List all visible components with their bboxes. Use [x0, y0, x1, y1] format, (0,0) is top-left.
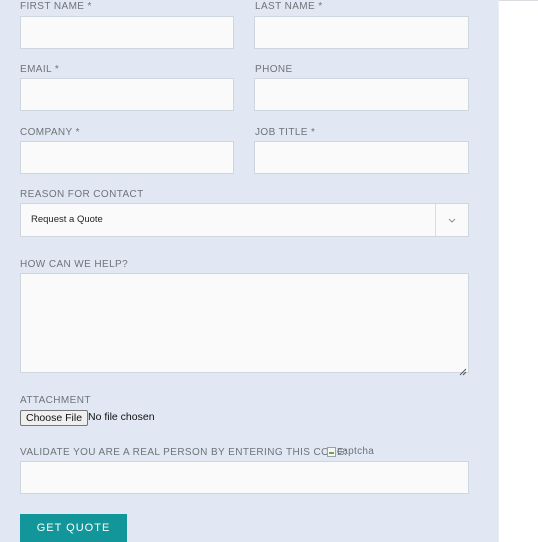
company-field[interactable]: [20, 141, 234, 174]
choose-file-button[interactable]: Choose File: [20, 410, 89, 426]
first-name-label: FIRST NAME *: [20, 1, 92, 12]
file-status-text: No file chosen: [88, 411, 155, 423]
resize-grip-icon[interactable]: [459, 363, 467, 376]
captcha-image: captcha: [327, 446, 374, 457]
first-name-field[interactable]: [20, 16, 234, 49]
email-field[interactable]: [20, 78, 234, 111]
get-quote-button[interactable]: GET QUOTE: [20, 514, 127, 542]
attachment-label: ATTACHMENT: [20, 395, 91, 406]
chevron-down-icon[interactable]: [436, 204, 468, 236]
job-title-label: JOB TITLE *: [255, 127, 316, 138]
last-name-label: LAST NAME *: [255, 1, 323, 12]
quote-form: FIRST NAME * LAST NAME * EMAIL * PHONE C…: [0, 0, 498, 542]
phone-label: PHONE: [255, 64, 293, 75]
broken-image-icon: [327, 446, 336, 457]
reason-label: REASON FOR CONTACT: [20, 189, 144, 200]
help-textarea[interactable]: [20, 273, 469, 376]
reason-select[interactable]: Request a Quote: [20, 203, 469, 237]
captcha-label: VALIDATE YOU ARE A REAL PERSON BY ENTERI…: [20, 447, 348, 458]
company-label: COMPANY *: [20, 127, 80, 138]
help-label: HOW CAN WE HELP?: [20, 259, 129, 270]
reason-selected-value: Request a Quote: [31, 214, 103, 225]
last-name-field[interactable]: [254, 16, 469, 49]
captcha-alt-text: captcha: [337, 446, 375, 457]
email-label: EMAIL *: [20, 64, 60, 75]
job-title-field[interactable]: [254, 141, 469, 174]
panel-edge: [498, 0, 499, 542]
phone-field[interactable]: [254, 78, 469, 111]
captcha-field[interactable]: [20, 461, 469, 494]
